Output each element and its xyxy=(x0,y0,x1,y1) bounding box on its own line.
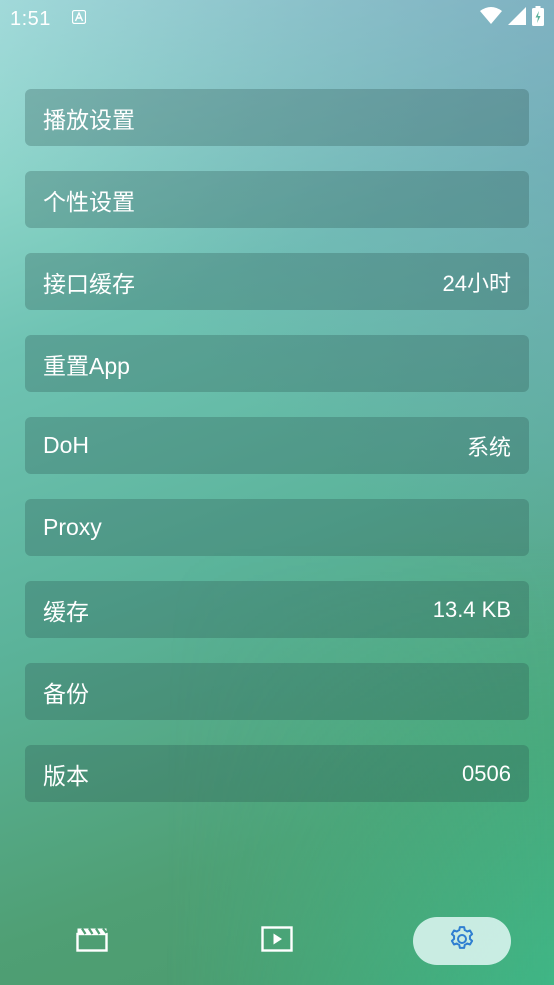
settings-item-value: 系统 xyxy=(466,434,511,460)
settings-item-value: 24小时 xyxy=(442,270,511,296)
settings-item-version[interactable]: 版本 0506 xyxy=(25,745,529,802)
settings-item-label: DoH xyxy=(43,432,90,458)
settings-item-label: 播放设置 xyxy=(43,106,135,133)
settings-item-proxy[interactable]: Proxy xyxy=(25,499,529,556)
settings-item-label: 重置App xyxy=(43,352,130,379)
settings-item-api-cache[interactable]: 接口缓存 24小时 xyxy=(25,253,529,310)
settings-item-playback[interactable]: 播放设置 xyxy=(25,89,529,146)
settings-item-cache[interactable]: 缓存 13.4 KB xyxy=(25,581,529,638)
gear-icon xyxy=(447,924,477,959)
settings-item-value: 0506 xyxy=(462,760,511,786)
settings-item-doh[interactable]: DoH 系统 xyxy=(25,417,529,474)
nav-tab-player[interactable] xyxy=(228,917,326,965)
settings-list: 播放设置 个性设置 接口缓存 24小时 重置App DoH 系统 Proxy 缓… xyxy=(25,89,529,827)
nav-tab-home[interactable] xyxy=(43,917,141,965)
battery-charging-icon xyxy=(532,5,544,31)
settings-item-value: 13.4 KB xyxy=(432,596,511,622)
settings-item-label: 版本 xyxy=(43,762,89,789)
settings-item-label: Proxy xyxy=(43,514,102,540)
settings-item-label: 接口缓存 xyxy=(43,270,135,297)
notification-icon xyxy=(71,9,87,25)
settings-item-reset-app[interactable]: 重置App xyxy=(25,335,529,392)
play-icon xyxy=(261,925,293,957)
signal-icon xyxy=(508,6,526,30)
nav-tab-settings[interactable] xyxy=(413,917,511,965)
clapperboard-icon xyxy=(76,926,108,957)
status-time: 1:51 xyxy=(10,8,51,30)
settings-item-personalization[interactable]: 个性设置 xyxy=(25,171,529,228)
bottom-nav xyxy=(0,915,554,969)
status-bar: 1:51 xyxy=(0,0,554,38)
settings-item-label: 备份 xyxy=(43,680,89,707)
settings-item-label: 个性设置 xyxy=(43,188,135,215)
settings-item-backup[interactable]: 备份 xyxy=(25,663,529,720)
wifi-icon xyxy=(480,6,502,30)
settings-item-label: 缓存 xyxy=(43,598,89,625)
